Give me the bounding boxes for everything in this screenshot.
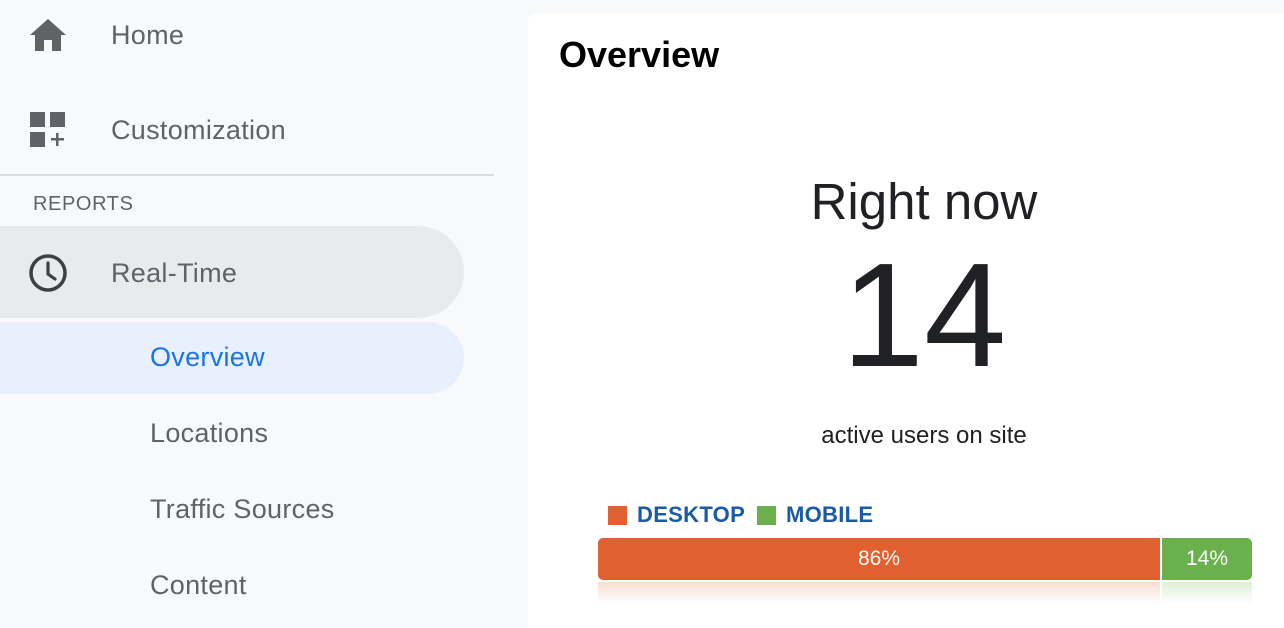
dashboard-add-icon xyxy=(28,110,68,150)
desktop-segment: 86% xyxy=(598,538,1160,580)
page-title: Overview xyxy=(559,34,720,75)
sidebar-divider xyxy=(0,174,494,176)
mobile-segment-reflection xyxy=(1162,582,1252,604)
sidebar: Home Customization REPORTS Real-Time Ove… xyxy=(0,0,528,628)
sidebar-item-overview-label: Overview xyxy=(150,342,265,372)
sidebar-item-overview[interactable]: Overview xyxy=(0,322,464,394)
nav-item-customization-label: Customization xyxy=(111,114,286,145)
active-users-count: 14 xyxy=(841,233,1007,398)
legend-desktop: DESKTOP xyxy=(608,502,745,528)
nav-item-home[interactable]: Home xyxy=(0,0,494,70)
legend-desktop-label: DESKTOP xyxy=(637,502,746,527)
desktop-segment-reflection xyxy=(598,582,1160,604)
home-icon xyxy=(28,15,68,55)
legend-desktop-swatch xyxy=(608,505,627,525)
legend-mobile-label: MOBILE xyxy=(786,502,874,527)
device-split-bar-reflection xyxy=(598,582,1252,604)
sidebar-item-content[interactable]: Content xyxy=(0,550,464,622)
clock-icon xyxy=(27,252,69,294)
nav-item-home-label: Home xyxy=(111,19,185,50)
sidebar-item-traffic-sources-label: Traffic Sources xyxy=(150,494,335,524)
reports-heading: REPORTS xyxy=(33,193,134,215)
legend-mobile: MOBILE xyxy=(757,502,873,528)
main-panel: Overview Right now 14 active users on si… xyxy=(528,14,1284,628)
sidebar-item-locations[interactable]: Locations xyxy=(0,398,464,470)
nav-item-realtime-label: Real-Time xyxy=(111,258,238,288)
legend-mobile-swatch xyxy=(757,505,776,525)
nav-item-customization[interactable]: Customization xyxy=(0,95,494,165)
right-now-label: Right now xyxy=(810,173,1038,230)
sidebar-item-traffic-sources[interactable]: Traffic Sources xyxy=(0,474,464,546)
mobile-segment: 14% xyxy=(1162,538,1252,580)
active-users-label: active users on site xyxy=(821,422,1027,449)
device-split-bar: 86% 14% xyxy=(598,538,1252,580)
nav-item-realtime[interactable]: Real-Time xyxy=(0,226,464,318)
sidebar-item-content-label: Content xyxy=(150,570,247,600)
sidebar-item-locations-label: Locations xyxy=(150,418,269,448)
